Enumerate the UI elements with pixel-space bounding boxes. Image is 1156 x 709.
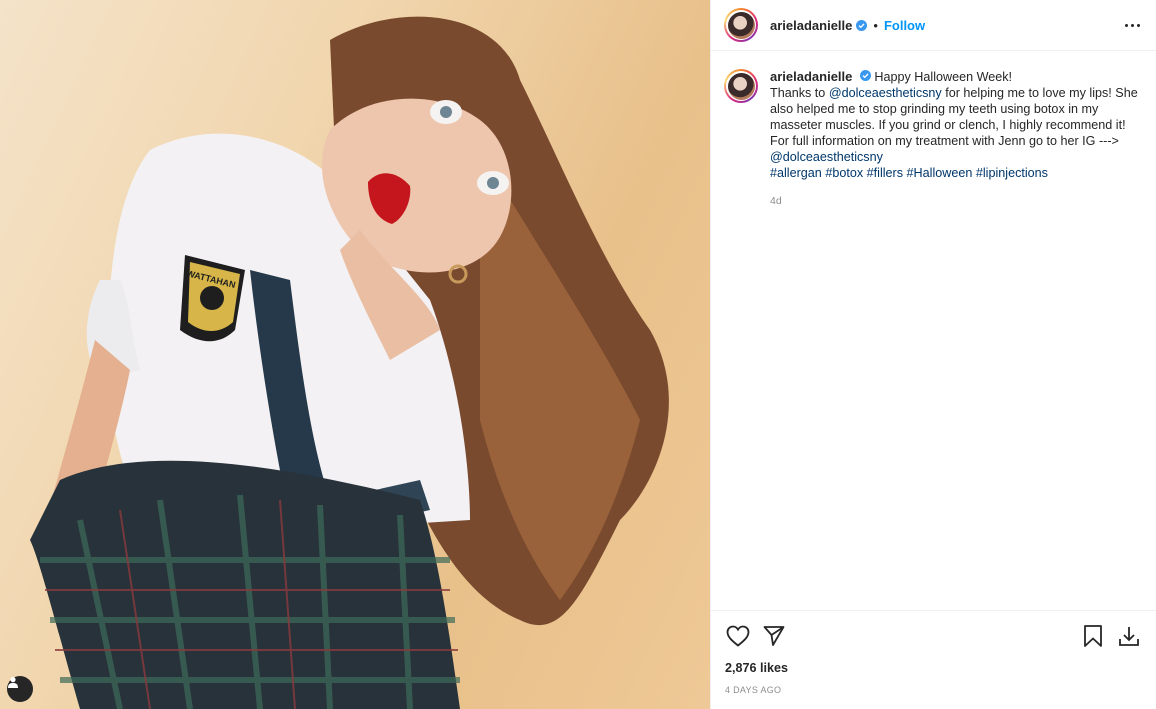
follow-button[interactable]: Follow xyxy=(884,18,925,33)
post-date[interactable]: 4 DAYS AGO xyxy=(725,685,1142,695)
mention-link[interactable]: @dolceaestheticsny xyxy=(770,150,883,164)
header-username[interactable]: arieladanielle xyxy=(770,18,852,33)
download-button[interactable] xyxy=(1116,623,1142,649)
post-header: arieladanielle • Follow xyxy=(711,0,1156,51)
photo-illustration: WATTAHAN xyxy=(30,16,669,709)
post-photo[interactable]: WATTAHAN xyxy=(0,0,710,709)
user-tag-icon xyxy=(8,677,18,688)
caption-avatar[interactable] xyxy=(724,69,758,103)
caption-text-a: Thanks to xyxy=(770,86,829,100)
mention-link[interactable]: @dolceaestheticsny xyxy=(829,86,942,100)
instagram-post-view: WATTAHAN arieladanielle • Follow arielad… xyxy=(0,0,1156,709)
caption-line1: Happy Halloween Week! xyxy=(874,70,1013,84)
heart-icon xyxy=(726,625,750,647)
save-button[interactable] xyxy=(1080,623,1106,649)
post-actions: 2,876 likes 4 DAYS AGO xyxy=(711,610,1156,695)
hashtag-link[interactable]: #botox xyxy=(825,166,863,180)
like-button[interactable] xyxy=(725,623,751,649)
avatar[interactable] xyxy=(724,8,758,42)
post-caption: arieladanielle Happy Halloween Week! Tha… xyxy=(711,51,1156,209)
user-tag-button[interactable] xyxy=(7,676,33,702)
caption-username[interactable]: arieladanielle xyxy=(770,69,852,84)
hashtag-link[interactable]: #fillers xyxy=(867,166,903,180)
hashtag-link[interactable]: #allergan xyxy=(770,166,822,180)
paper-plane-icon xyxy=(763,626,785,646)
download-icon xyxy=(1119,627,1139,646)
post-sidebar: arieladanielle • Follow arieladanielle H… xyxy=(710,0,1156,709)
action-icons xyxy=(725,623,1142,649)
share-button[interactable] xyxy=(761,623,787,649)
likes-count[interactable]: 2,876 likes xyxy=(725,661,1142,675)
hashtag-link[interactable]: #lipinjections xyxy=(976,166,1048,180)
verified-badge-icon xyxy=(859,70,871,81)
bookmark-icon xyxy=(1084,625,1102,647)
hashtag-link[interactable]: #Halloween xyxy=(907,166,973,180)
caption-body: arieladanielle Happy Halloween Week! Tha… xyxy=(770,69,1140,209)
caption-timestamp[interactable]: 4d xyxy=(770,193,1140,209)
separator-dot: • xyxy=(873,17,878,33)
more-options-icon[interactable] xyxy=(1125,23,1140,27)
verified-badge-icon xyxy=(856,19,868,31)
